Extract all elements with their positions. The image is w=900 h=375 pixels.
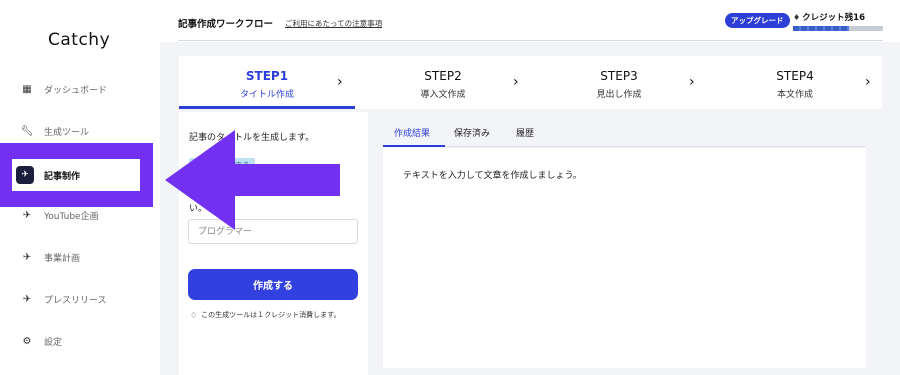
bird-icon: ✈ — [22, 209, 32, 221]
step-2-tab[interactable]: STEP2 導入文作成 — [355, 56, 531, 109]
output-placeholder-text: テキストを入力して文章を作成しましょう。 — [403, 171, 582, 181]
sidebar-item-youtube[interactable]: ✈ YouTube企画 — [0, 203, 160, 227]
step-4-tab[interactable]: STEP4 本文作成 — [707, 56, 883, 109]
top-bar: 記事作成ワークフロー ご利用にあたっての注意事項 アップグレード ♦ クレジット… — [160, 0, 900, 42]
output-area: テキストを入力して文章を作成しましょう。 — [383, 148, 866, 368]
chevron-right-icon: › — [689, 74, 695, 90]
annotation-arrow — [165, 130, 340, 230]
tab-saved[interactable]: 保存済み — [454, 126, 490, 139]
arrow-shape — [165, 130, 340, 230]
page-title: 記事作成ワークフロー — [178, 19, 274, 30]
tab-active-underline — [383, 145, 445, 147]
step-number: STEP1 — [245, 69, 289, 83]
dashboard-icon: ▦ — [22, 83, 32, 95]
gear-icon: ⚙ — [22, 335, 32, 347]
diamond-icon: ♢ — [190, 310, 198, 320]
step-1-tab[interactable]: STEP1 タイトル作成 — [179, 56, 355, 109]
sidebar: Catchy ▦ ダッシュボード 🔧︎ 生成ツール ✈ 記事制作 ✈ YouTu… — [0, 0, 160, 375]
wrench-icon: 🔧︎ — [20, 125, 34, 137]
tab-history[interactable]: 履歴 — [516, 126, 534, 139]
sidebar-item-label: YouTube企画 — [44, 211, 99, 222]
step-label: タイトル作成 — [239, 90, 294, 100]
step-navigation: STEP1 タイトル作成 › STEP2 導入文作成 › STEP3 見出し作成… — [179, 56, 882, 109]
sidebar-item-dashboard[interactable]: ▦ ダッシュボード — [0, 77, 160, 101]
credit-indicator: ♦ クレジット残16 — [793, 11, 866, 24]
sidebar-item-label: 設定 — [44, 337, 63, 348]
sidebar-item-label: 記事制作 — [44, 171, 81, 182]
step-3-tab[interactable]: STEP3 見出し作成 — [531, 56, 707, 109]
tabs-divider — [383, 146, 866, 147]
step-label: 本文作成 — [776, 90, 813, 100]
credit-cost-note: ♢ この生成ツールは１クレジット消費します。 — [190, 310, 340, 320]
credit-progress-fill — [793, 26, 849, 31]
cost-note-text: この生成ツールは１クレジット消費します。 — [201, 311, 341, 319]
sidebar-item-business-plan[interactable]: ✈ 事業計画 — [0, 245, 160, 269]
credit-label: クレジット残16 — [802, 13, 866, 23]
sidebar-item-label: プレスリリース — [44, 295, 107, 306]
sidebar-item-label: 事業計画 — [44, 253, 81, 264]
chevron-right-icon: › — [865, 74, 871, 90]
sidebar-item-article[interactable]: ✈ 記事制作 — [12, 159, 140, 191]
header-divider — [178, 40, 883, 41]
result-tabs: 作成結果 保存済み 履歴 — [383, 120, 866, 148]
upgrade-button[interactable]: アップグレード — [725, 13, 790, 28]
app-logo[interactable]: Catchy — [48, 30, 110, 50]
sidebar-item-tools[interactable]: 🔧︎ 生成ツール — [0, 119, 160, 143]
chevron-right-icon: › — [337, 74, 343, 90]
bird-icon: ✈ — [22, 251, 32, 263]
notice-link[interactable]: ご利用にあたっての注意事項 — [285, 18, 382, 29]
step-label: 導入文作成 — [420, 90, 466, 100]
diamond-icon: ♦ — [793, 12, 801, 22]
sidebar-item-label: ダッシュボード — [44, 85, 108, 96]
bird-icon: ✈ — [22, 293, 32, 305]
credit-progress-bar — [793, 26, 883, 31]
chevron-right-icon: › — [513, 74, 519, 90]
step-label: 見出し作成 — [596, 90, 642, 100]
sidebar-item-press-release[interactable]: ✈ プレスリリース — [0, 287, 160, 311]
step-number: STEP4 — [776, 69, 814, 83]
sidebar-item-label: 生成ツール — [44, 127, 90, 138]
tab-results[interactable]: 作成結果 — [394, 126, 430, 139]
create-button[interactable]: 作成する — [188, 269, 358, 300]
step-number: STEP2 — [424, 69, 462, 83]
sidebar-item-settings[interactable]: ⚙ 設定 — [0, 329, 160, 353]
step-number: STEP3 — [600, 69, 638, 83]
step-active-underline — [179, 106, 355, 109]
bird-icon: ✈ — [16, 166, 34, 184]
